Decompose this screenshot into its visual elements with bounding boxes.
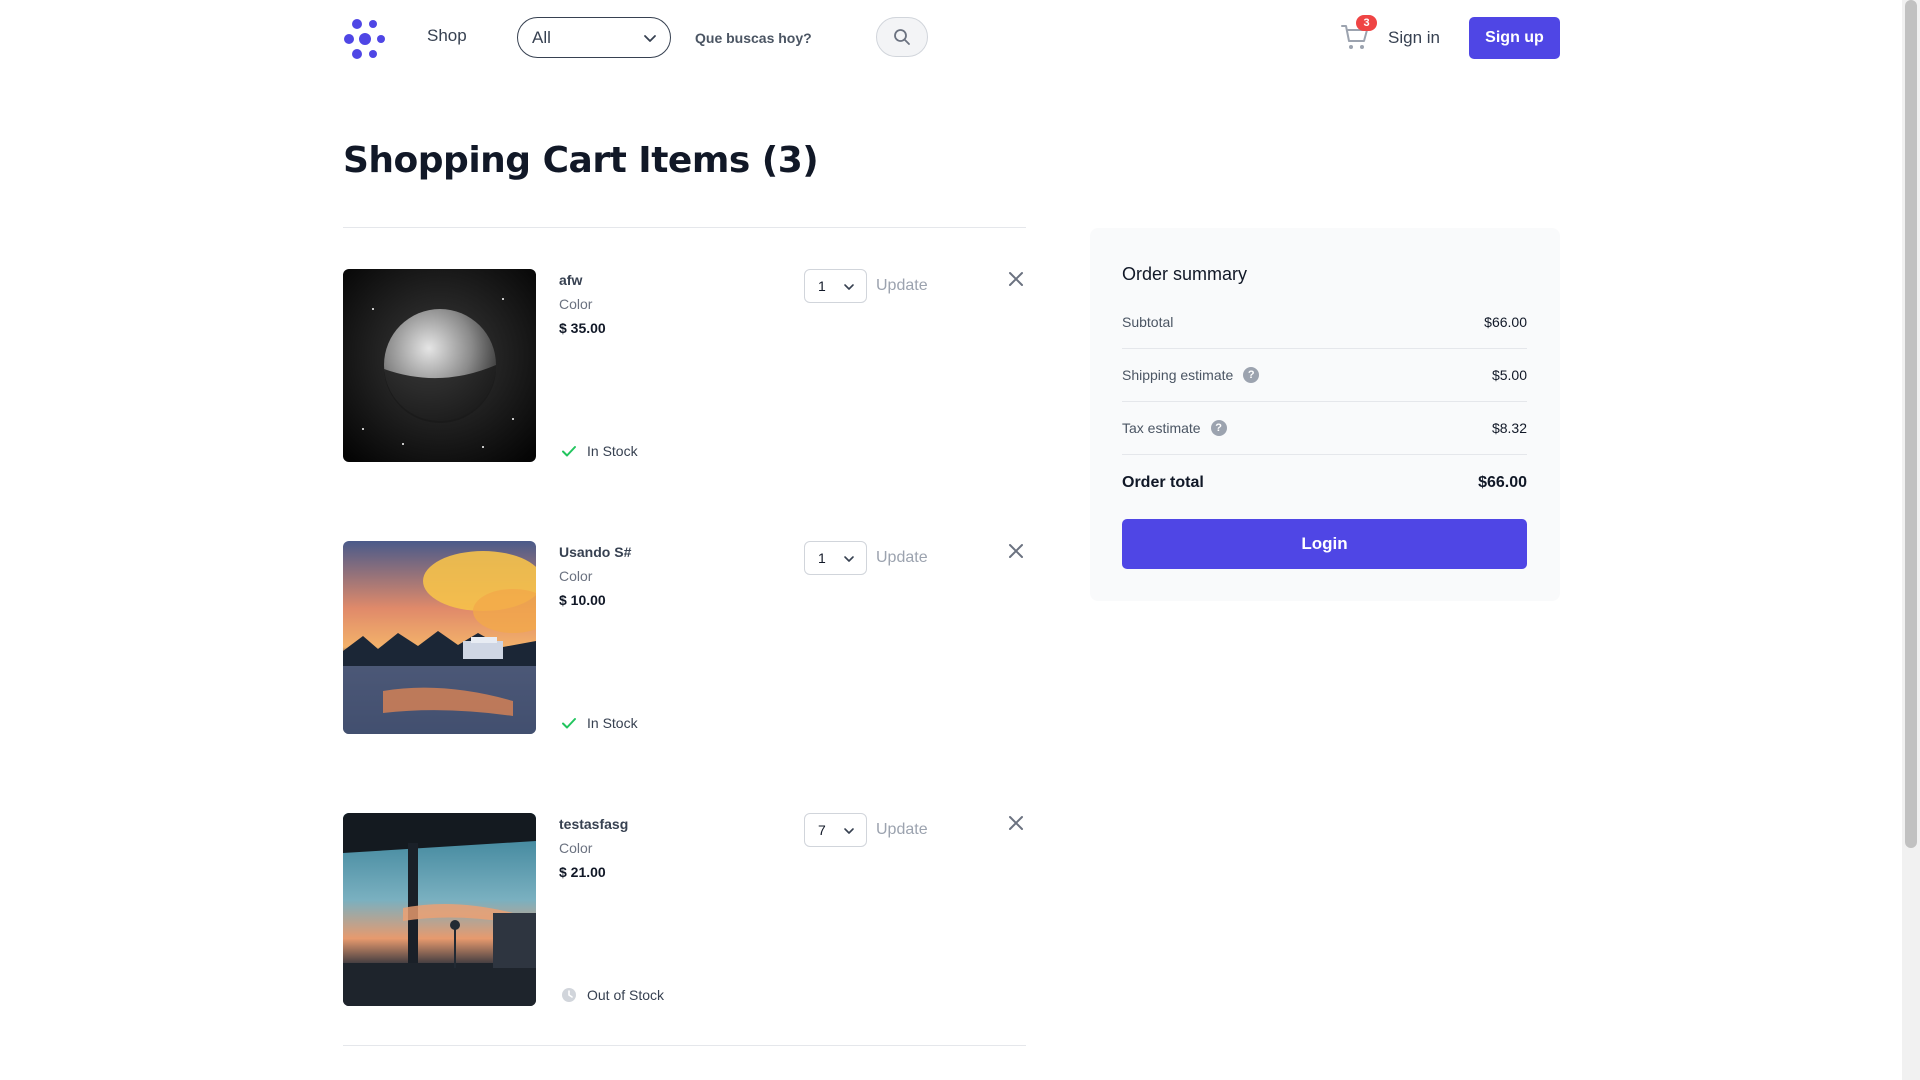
divider [1122, 348, 1527, 349]
chevron-down-icon [844, 284, 854, 290]
page-title: Shopping Cart Items (3) [343, 140, 819, 181]
quantity-value: 1 [818, 278, 826, 294]
check-icon [562, 718, 576, 729]
help-icon[interactable]: ? [1243, 367, 1260, 383]
close-icon[interactable] [1006, 541, 1026, 561]
category-select-value: All [532, 27, 551, 47]
cart-item-name[interactable]: testasfasg [559, 816, 628, 832]
quantity-value: 7 [818, 822, 826, 838]
scrollbar-thumb[interactable] [1905, 0, 1917, 848]
search-input[interactable] [683, 17, 887, 58]
nav-shop-link[interactable]: Shop [427, 26, 467, 46]
shipping-estimate-label: Shipping estimate ? [1122, 367, 1260, 383]
stock-status: In Stock [561, 715, 638, 731]
search-icon [894, 29, 910, 45]
divider [1122, 454, 1527, 455]
cart-item-price: $ 35.00 [559, 320, 606, 336]
cart-item-price: $ 21.00 [559, 864, 606, 880]
help-icon[interactable]: ? [1210, 420, 1227, 436]
subtotal-label-text: Subtotal [1122, 314, 1174, 330]
brand-logo[interactable] [343, 17, 387, 61]
stock-status-label: Out of Stock [587, 987, 665, 1003]
update-button[interactable]: Update [876, 277, 928, 295]
cart-item-color: Color [559, 568, 593, 584]
order-summary-title: Order summary [1122, 264, 1248, 284]
cart-item-price: $ 10.00 [559, 592, 606, 608]
subtotal-label: Subtotal [1122, 314, 1173, 330]
check-icon [562, 446, 576, 457]
quantity-value: 1 [818, 550, 826, 566]
chevron-down-icon [844, 556, 854, 562]
tax-estimate-label: Tax estimate ? [1122, 420, 1227, 436]
tax-estimate-value: $8.32 [1491, 420, 1527, 436]
clock-icon [562, 988, 576, 1002]
order-total-label: Order total [1122, 474, 1204, 491]
divider [1122, 401, 1527, 402]
product-image-station-sunset[interactable] [343, 813, 536, 1006]
chevron-down-icon [844, 828, 854, 834]
login-button[interactable]: Login [1122, 519, 1527, 569]
cart-item-color: Color [559, 296, 593, 312]
subtotal-value: $66.00 [1484, 314, 1527, 330]
signup-button[interactable]: Sign up [1469, 17, 1560, 59]
cart-item-name[interactable]: Usando S# [559, 544, 631, 560]
divider [343, 1045, 1026, 1046]
product-image-moon[interactable] [343, 269, 536, 462]
close-icon[interactable] [1006, 269, 1026, 289]
quantity-select[interactable]: 7 [804, 813, 867, 847]
quantity-select[interactable]: 1 [804, 269, 867, 303]
cart-item-name[interactable]: afw [559, 272, 582, 288]
stock-status: In Stock [561, 443, 638, 459]
tax-label-text: Tax estimate [1122, 420, 1201, 436]
close-icon[interactable] [1006, 813, 1026, 833]
quantity-select[interactable]: 1 [804, 541, 867, 575]
update-button[interactable]: Update [876, 549, 928, 567]
divider [343, 227, 1026, 228]
order-total-value: $66.00 [1478, 474, 1527, 491]
stock-status: Out of Stock [561, 987, 664, 1003]
chevron-down-icon [644, 35, 656, 42]
stock-status-label: In Stock [587, 715, 638, 731]
product-image-sunset-cafe[interactable] [343, 541, 536, 734]
cart-item-color: Color [559, 840, 593, 856]
cart-count-badge: 3 [1356, 15, 1377, 31]
update-button[interactable]: Update [876, 821, 928, 839]
shipping-label-text: Shipping estimate [1122, 367, 1234, 383]
stock-status-label: In Stock [587, 443, 638, 459]
shipping-estimate-value: $5.00 [1491, 367, 1527, 383]
category-select[interactable]: All [517, 17, 671, 58]
signin-link[interactable]: Sign in [1388, 28, 1440, 48]
search-button[interactable] [876, 17, 928, 57]
